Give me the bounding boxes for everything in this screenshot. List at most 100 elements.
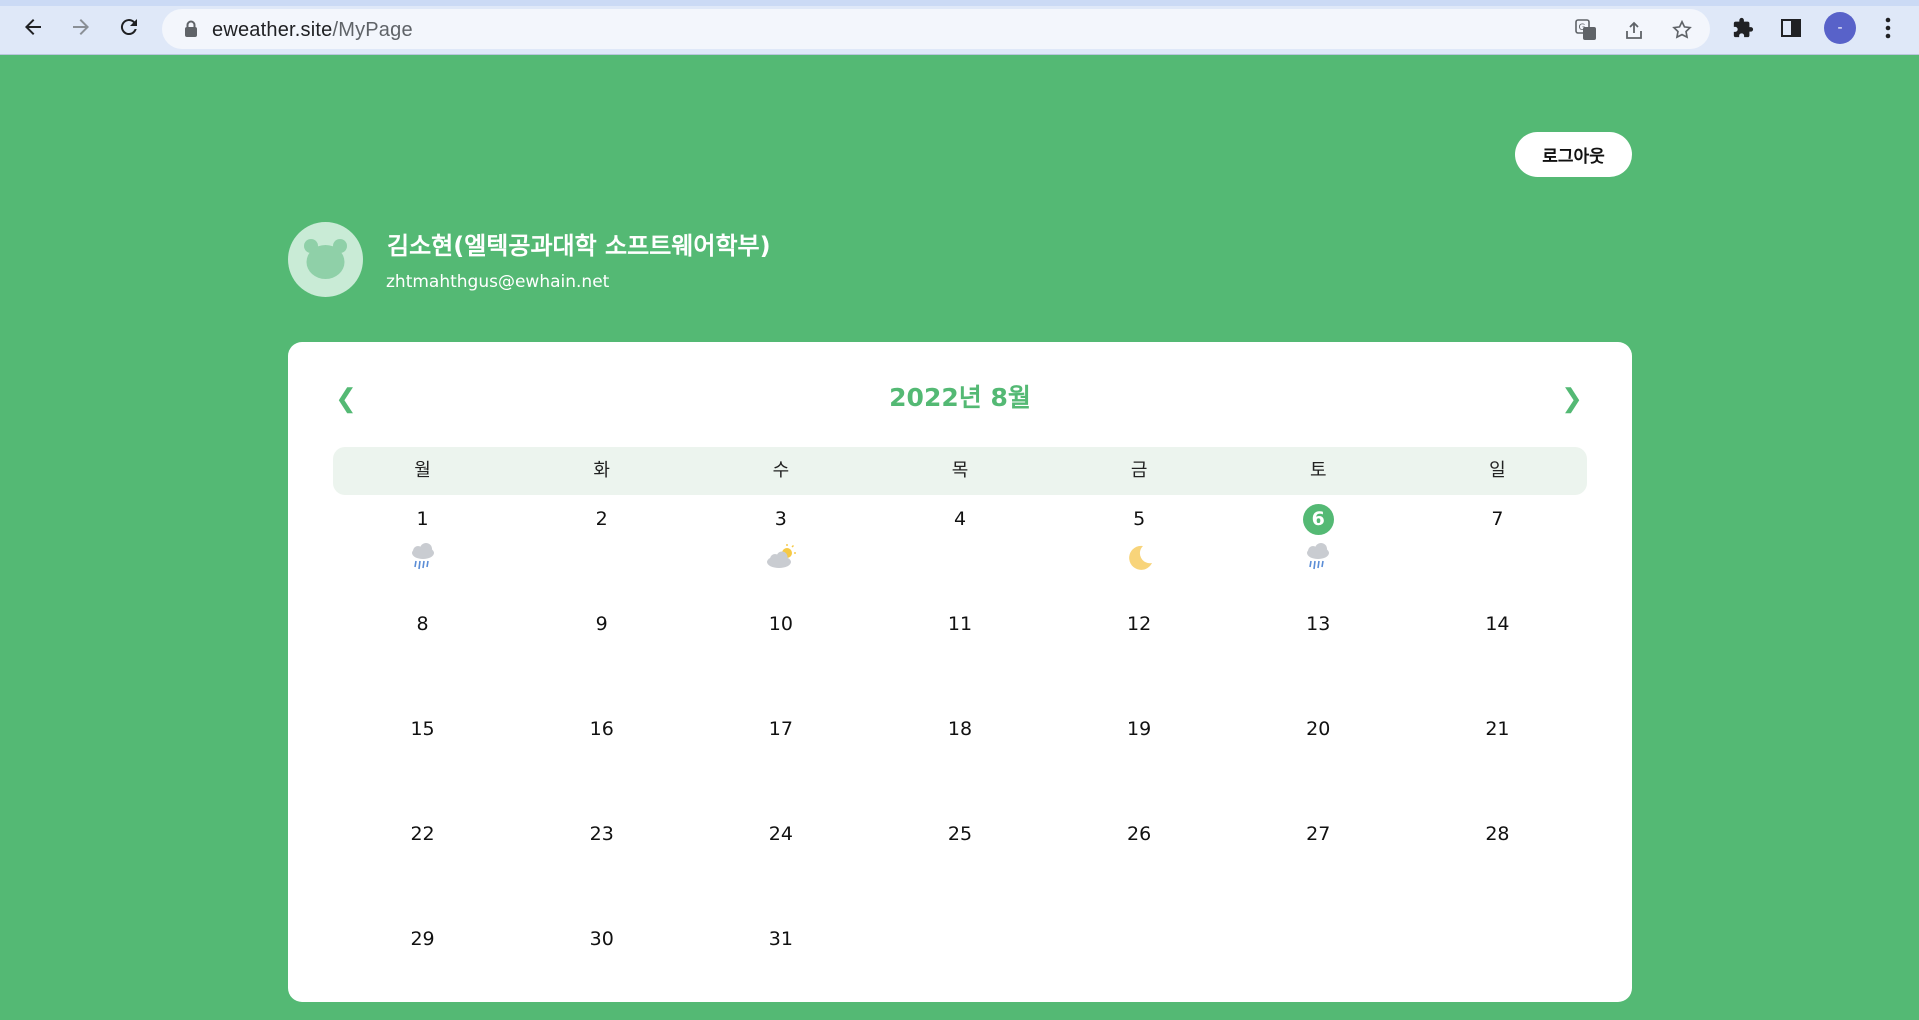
day-number: 9 bbox=[595, 613, 608, 635]
day-number: 13 bbox=[1306, 613, 1331, 635]
extensions-icon[interactable] bbox=[1729, 14, 1757, 42]
calendar-day-3[interactable]: 3 bbox=[691, 495, 870, 600]
day-number bbox=[1303, 924, 1334, 955]
day-number: 11 bbox=[947, 613, 973, 635]
profile-name: 김소현(엘텍공과대학 소프트웨어학부) bbox=[387, 232, 771, 260]
calendar-day-1[interactable]: 1 bbox=[333, 495, 512, 600]
day-number: 29 bbox=[410, 928, 435, 950]
calendar-day-empty bbox=[870, 915, 1049, 1020]
day-number: 8 bbox=[416, 613, 429, 635]
calendar-week-row: 8 9 10 11 12 13 14 bbox=[333, 600, 1587, 705]
next-month-button[interactable]: ❯ bbox=[1552, 378, 1592, 418]
weekday-label: 월 bbox=[414, 460, 431, 481]
logout-button[interactable]: 로그아웃 bbox=[1515, 132, 1632, 177]
calendar-day-28[interactable]: 28 bbox=[1408, 810, 1587, 915]
calendar-day-7[interactable]: 7 bbox=[1408, 495, 1587, 600]
browser-toolbar: eweather.site/MyPage G - bbox=[0, 0, 1919, 55]
day-number: 12 bbox=[1127, 613, 1152, 635]
calendar-day-31[interactable]: 31 bbox=[691, 915, 870, 1020]
avatar bbox=[288, 222, 363, 297]
day-number: 23 bbox=[589, 823, 614, 845]
calendar-day-8[interactable]: 8 bbox=[333, 600, 512, 705]
day-number: 30 bbox=[589, 928, 614, 950]
day-number: 25 bbox=[947, 823, 973, 845]
calendar-day-16[interactable]: 16 bbox=[512, 705, 691, 810]
calendar-card: ❮ 2022년 8월 ❯ 월 화 수 목 금 토 일 1 2 3 4 5 6 7 8 9 10 11… bbox=[288, 342, 1632, 1002]
reload-icon[interactable] bbox=[114, 12, 144, 42]
calendar-title: 2022년 8월 bbox=[889, 383, 1031, 412]
day-number bbox=[944, 924, 975, 955]
weekday-label: 목 bbox=[951, 460, 969, 481]
rain-cloud-icon bbox=[406, 541, 440, 575]
calendar-day-26[interactable]: 26 bbox=[1050, 810, 1229, 915]
calendar-day-23[interactable]: 23 bbox=[512, 810, 691, 915]
day-number bbox=[1124, 924, 1155, 955]
calendar-day-30[interactable]: 30 bbox=[512, 915, 691, 1020]
calendar-day-9[interactable]: 9 bbox=[512, 600, 691, 705]
day-number: 16 bbox=[589, 718, 614, 740]
calendar-day-20[interactable]: 20 bbox=[1229, 705, 1408, 810]
calendar-day-empty bbox=[1229, 915, 1408, 1020]
moon-icon bbox=[1122, 541, 1156, 575]
day-number: 2 bbox=[595, 508, 608, 530]
day-number: 26 bbox=[1127, 823, 1152, 845]
day-number: 10 bbox=[768, 613, 793, 635]
day-number: 28 bbox=[1485, 823, 1510, 845]
forward-arrow-icon[interactable] bbox=[66, 12, 96, 42]
calendar-day-12[interactable]: 12 bbox=[1050, 600, 1229, 705]
day-number: 22 bbox=[410, 823, 435, 845]
day-number: 19 bbox=[1127, 718, 1152, 740]
calendar-day-17[interactable]: 17 bbox=[691, 705, 870, 810]
calendar-day-18[interactable]: 18 bbox=[870, 705, 1049, 810]
day-number: 21 bbox=[1485, 718, 1510, 740]
weekday-label: 수 bbox=[772, 460, 790, 481]
day-number: 4 bbox=[953, 508, 967, 530]
calendar-day-22[interactable]: 22 bbox=[333, 810, 512, 915]
day-number: 20 bbox=[1306, 718, 1331, 740]
calendar-day-19[interactable]: 19 bbox=[1050, 705, 1229, 810]
day-number: 1 bbox=[416, 508, 429, 530]
day-number bbox=[1482, 924, 1513, 955]
side-panel-icon[interactable] bbox=[1777, 14, 1805, 42]
weekday-label: 일 bbox=[1489, 460, 1506, 481]
address-bar[interactable]: eweather.site/MyPage G bbox=[162, 9, 1710, 49]
calendar-day-10[interactable]: 10 bbox=[691, 600, 870, 705]
partly-sunny-icon bbox=[764, 541, 798, 575]
weekday-label: 금 bbox=[1130, 460, 1148, 481]
day-number: 27 bbox=[1306, 823, 1331, 845]
day-number: 24 bbox=[768, 823, 793, 845]
calendar-day-11[interactable]: 11 bbox=[870, 600, 1049, 705]
calendar-day-13[interactable]: 13 bbox=[1229, 600, 1408, 705]
calendar-week-row: 15 16 17 18 19 20 21 bbox=[333, 705, 1587, 810]
calendar-day-6[interactable]: 6 bbox=[1229, 495, 1408, 600]
calendar-day-24[interactable]: 24 bbox=[691, 810, 870, 915]
day-number: 18 bbox=[947, 718, 973, 740]
day-number: 6 bbox=[1302, 504, 1334, 535]
profile-avatar-button[interactable]: - bbox=[1824, 12, 1856, 44]
bookmark-star-icon[interactable] bbox=[1670, 18, 1694, 42]
url-text[interactable]: eweather.site/MyPage bbox=[212, 19, 413, 42]
calendar-day-29[interactable]: 29 bbox=[333, 915, 512, 1020]
menu-kebab-icon[interactable] bbox=[1874, 14, 1902, 42]
calendar-day-15[interactable]: 15 bbox=[333, 705, 512, 810]
calendar-day-21[interactable]: 21 bbox=[1408, 705, 1587, 810]
rain-cloud-icon bbox=[1301, 541, 1335, 575]
calendar-day-27[interactable]: 27 bbox=[1229, 810, 1408, 915]
day-number: 31 bbox=[768, 928, 793, 950]
calendar-day-5[interactable]: 5 bbox=[1050, 495, 1229, 600]
weekday-label: 화 bbox=[593, 460, 610, 481]
day-number: 3 bbox=[774, 508, 787, 530]
calendar-day-2[interactable]: 2 bbox=[512, 495, 691, 600]
calendar-day-4[interactable]: 4 bbox=[870, 495, 1049, 600]
day-number: 17 bbox=[768, 718, 793, 740]
bear-avatar-icon bbox=[304, 239, 347, 279]
share-icon[interactable] bbox=[1622, 18, 1646, 42]
weekday-header: 월 화 수 목 금 토 일 bbox=[333, 447, 1587, 495]
calendar-day-25[interactable]: 25 bbox=[870, 810, 1049, 915]
back-arrow-icon[interactable] bbox=[18, 12, 48, 42]
translate-icon[interactable]: G bbox=[1574, 18, 1598, 42]
profile-email: zhtmahthgus@ewhain.net bbox=[386, 272, 610, 292]
calendar-day-14[interactable]: 14 bbox=[1408, 600, 1587, 705]
calendar-week-row: 1 2 3 4 5 6 7 bbox=[333, 495, 1587, 600]
lock-icon[interactable] bbox=[184, 20, 198, 42]
